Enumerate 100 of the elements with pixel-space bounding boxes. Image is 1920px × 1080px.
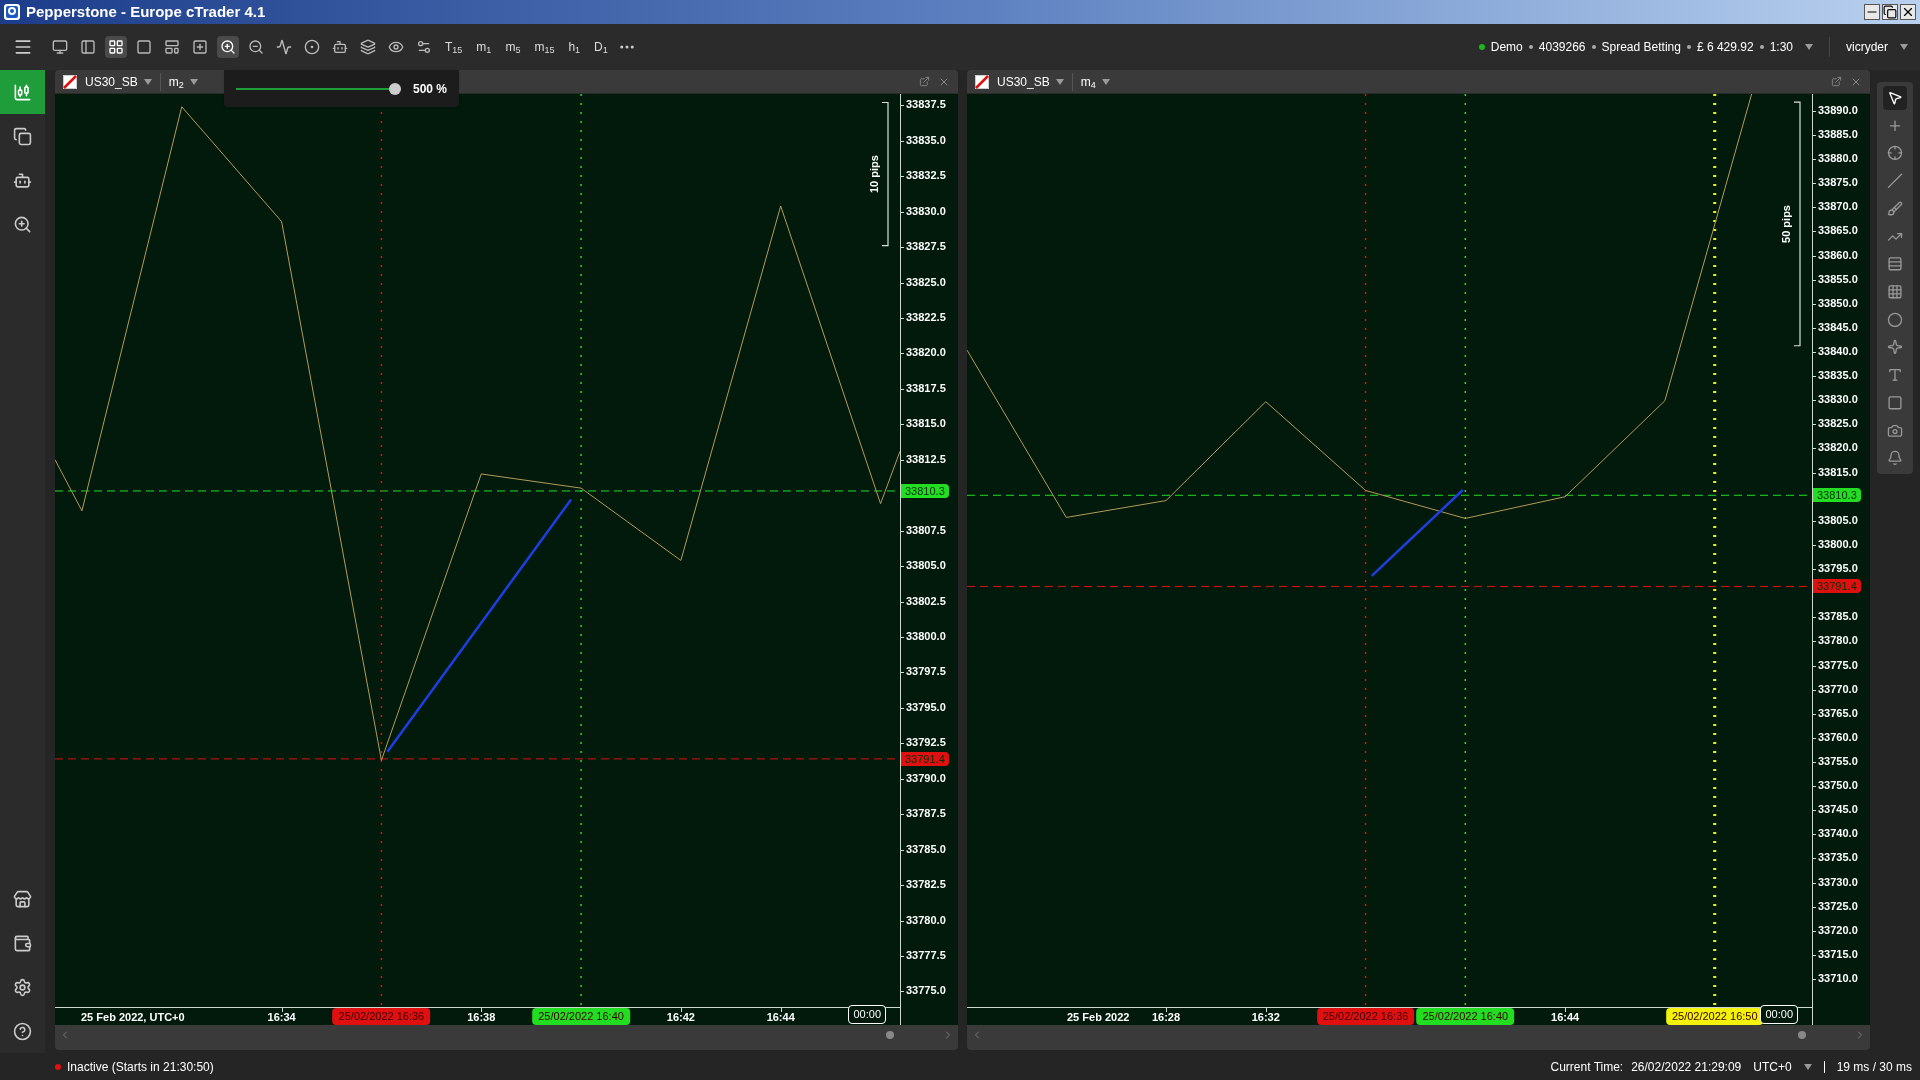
- window-title: Pepperstone - Europe cTrader 4.1: [26, 1, 266, 22]
- axis-label: 33855.0: [1818, 273, 1858, 285]
- time-marker-label: 25/02/2022 16:40: [532, 1008, 630, 1025]
- detach-icon[interactable]: [1831, 76, 1842, 87]
- axis-label: 33715.0: [1818, 948, 1858, 960]
- help-icon: [13, 1021, 32, 1041]
- caret-icon: [1803, 1063, 1812, 1070]
- axis-label: 33787.5: [906, 808, 946, 820]
- axis-label: 33760.0: [1818, 731, 1858, 743]
- pips-label: 10 pips: [868, 155, 880, 194]
- axis-label: 16:44: [1551, 1010, 1580, 1025]
- date-label: 25 Feb 2022, UTC+0: [81, 1010, 185, 1025]
- zoom-in-icon[interactable]: [217, 36, 239, 58]
- axis-label: 33830.0: [1818, 394, 1858, 406]
- time-marker-label: 25/02/2022 16:36: [332, 1008, 431, 1025]
- candlestick-icon: [13, 82, 32, 102]
- axis-label: 33825.0: [906, 276, 946, 288]
- timeframe-selector[interactable]: m$_{2}$: [168, 72, 198, 91]
- wallet-icon: [13, 933, 32, 953]
- axis-label: 33800.0: [906, 630, 946, 642]
- price-level-label: 33791.4: [901, 751, 949, 766]
- axis-label: 33807.5: [906, 524, 946, 536]
- axis-label: 33797.5: [906, 666, 946, 678]
- price-level-label: 33791.4: [1813, 579, 1861, 594]
- axis-label: 33827.5: [906, 241, 946, 253]
- zoom-slider[interactable]: [236, 82, 401, 95]
- axis-label: 33837.5: [906, 99, 946, 111]
- axis-label: 33835.0: [1818, 370, 1858, 382]
- symbol-selector[interactable]: US30_SB: [85, 72, 161, 91]
- current-time-label: Current Time:: [1550, 1058, 1624, 1076]
- caret-icon: [1900, 44, 1908, 50]
- scroll-thumb[interactable]: [886, 1031, 894, 1039]
- axis-label: 33785.0: [906, 843, 946, 855]
- axis-label: 33845.0: [1818, 321, 1858, 333]
- caret-icon: [143, 78, 152, 85]
- bullet-icon: [1528, 45, 1533, 49]
- user-menu[interactable]: vicryder: [1846, 38, 1908, 56]
- bullet-icon: [1686, 45, 1691, 49]
- pips-label: 50 pips: [1780, 205, 1792, 243]
- timeframe-button[interactable]: D$_{1}$: [590, 38, 612, 56]
- axis-label: 33820.0: [906, 347, 946, 359]
- axis-label: 33822.5: [906, 312, 946, 323]
- axis-label: 33720.0: [1818, 924, 1858, 936]
- axis-label: 33825.0: [1818, 418, 1858, 430]
- axis-label: 33815.0: [906, 418, 946, 430]
- axis-label: 33802.5: [906, 595, 946, 607]
- settings-icon: [13, 977, 32, 997]
- date-label: 25 Feb 2022: [1067, 1010, 1130, 1025]
- axis-label: 33830.0: [906, 205, 946, 217]
- latency: 19 ms / 30 ms: [1836, 1058, 1912, 1076]
- timeframe-selector[interactable]: m$_{4}$: [1080, 72, 1110, 91]
- bullet-icon: [1591, 45, 1596, 49]
- timeframe-button[interactable]: h$_{1}$: [564, 38, 585, 56]
- pointer-icon[interactable]: [1883, 86, 1907, 110]
- axis-label: 33850.0: [1818, 297, 1858, 309]
- price-level-label: 33810.3: [901, 483, 949, 498]
- bullet-icon: [1759, 45, 1764, 49]
- copy-icon: [13, 126, 32, 146]
- axis-label: 33725.0: [1818, 900, 1858, 912]
- axis-label: 33805.0: [906, 560, 946, 572]
- caret-icon: [189, 78, 198, 85]
- timeframe-button[interactable]: T$_{15}$: [441, 38, 467, 56]
- axis-label: 33820.0: [1818, 442, 1858, 454]
- axis-label: 33812.5: [906, 453, 946, 465]
- detach-icon[interactable]: [919, 76, 930, 87]
- axis-label: 33780.0: [1818, 635, 1858, 647]
- timeframe-button[interactable]: m$_{1}$: [472, 38, 496, 56]
- app-logo-icon: [4, 4, 20, 20]
- symbol-selector[interactable]: US30_SB: [997, 72, 1073, 91]
- current-time: 26/02/2022 21:29:09: [1631, 1058, 1742, 1076]
- restore-icon[interactable]: [1882, 4, 1898, 20]
- account-balance: £ 6 429.92: [1696, 39, 1754, 56]
- axis-label: 16:38: [467, 1010, 496, 1025]
- account-number: 4039266: [1538, 39, 1586, 56]
- axis-label: 33885.0: [1818, 129, 1858, 140]
- scroll-thumb[interactable]: [1798, 1031, 1806, 1039]
- time-marker-label: 25/02/2022 16:50: [1665, 1008, 1764, 1025]
- axis-label: 16:28: [1151, 1010, 1181, 1025]
- close-icon[interactable]: [1900, 4, 1916, 20]
- axis-label: 33815.0: [1818, 466, 1858, 478]
- store-icon: [13, 889, 32, 909]
- axis-label: 33740.0: [1818, 828, 1858, 840]
- axis-label: 33775.0: [906, 985, 946, 997]
- timeframe-button[interactable]: m$_{5}$: [501, 38, 525, 56]
- account-type: Spread Betting: [1601, 39, 1681, 56]
- axis-label: 33805.0: [1818, 514, 1858, 526]
- price-level-label: 33810.3: [1813, 488, 1861, 503]
- caret-icon: [1055, 78, 1064, 85]
- axis-label: 33750.0: [1818, 780, 1858, 792]
- caret-icon: [1101, 78, 1110, 85]
- account-leverage: 1:30: [1769, 39, 1793, 56]
- minimize-icon[interactable]: [1864, 4, 1880, 20]
- grid-layout-icon[interactable]: [105, 36, 127, 58]
- time-marker-label: 25/02/2022 16:36: [1316, 1008, 1415, 1025]
- axis-label: 16:32: [1251, 1010, 1280, 1025]
- caret-icon: [1805, 44, 1813, 50]
- slider-thumb[interactable]: [388, 82, 401, 95]
- axis-label: 33795.0: [1818, 563, 1858, 575]
- axis-label: 33755.0: [1818, 756, 1858, 767]
- timeframe-button[interactable]: m$_{15}$: [530, 38, 559, 56]
